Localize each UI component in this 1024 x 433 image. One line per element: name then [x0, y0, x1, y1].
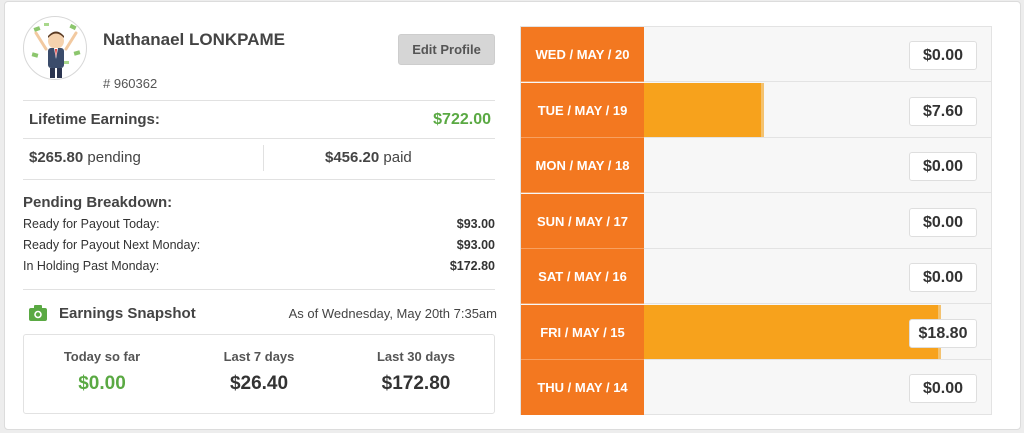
- chart-row: FRI / MAY / 15 $18.80: [521, 305, 991, 360]
- chart-row: THU / MAY / 14 $0.00: [521, 360, 991, 415]
- avatar-illustration: [31, 23, 81, 78]
- breakdown-label: In Holding Past Monday:: [23, 259, 160, 273]
- stat-last-30-days: Last 30 days $172.80: [338, 349, 494, 395]
- stat-last-7-days: Last 7 days $26.40: [181, 349, 337, 395]
- row-divider: [644, 81, 991, 82]
- day-amount-label: $0.00: [909, 263, 977, 292]
- divider: [23, 289, 495, 290]
- day-label: FRI / MAY / 15: [521, 305, 644, 360]
- earnings-snapshot-title: Earnings Snapshot: [59, 305, 196, 322]
- pending-word: pending: [87, 149, 141, 166]
- day-amount-label: $0.00: [909, 152, 977, 181]
- paid-total: $456.20 paid: [325, 149, 412, 166]
- chart-row: MON / MAY / 18 $0.00: [521, 138, 991, 193]
- breakdown-label: Ready for Payout Next Monday:: [23, 238, 201, 252]
- chart-row: TUE / MAY / 19 $7.60: [521, 83, 991, 138]
- breakdown-row: Ready for Payout Today: $93.00: [23, 217, 495, 235]
- edit-profile-button[interactable]: Edit Profile: [398, 34, 495, 65]
- day-label: SUN / MAY / 17: [521, 194, 644, 249]
- stat-value: $0.00: [78, 373, 126, 394]
- row-divider: [644, 192, 991, 193]
- stat-label: Last 7 days: [223, 349, 295, 364]
- paid-word: paid: [383, 149, 412, 166]
- row-divider: [644, 303, 991, 304]
- breakdown-row: In Holding Past Monday: $172.80: [23, 259, 495, 277]
- earnings-card: Nathanael LONKPAME # 960362 Edit Profile…: [4, 1, 1021, 430]
- vertical-divider: [263, 145, 264, 171]
- lifetime-earnings-row: Lifetime Earnings: $722.00: [29, 108, 491, 132]
- stat-value: $172.80: [381, 373, 451, 394]
- breakdown-row: Ready for Payout Next Monday: $93.00: [23, 238, 495, 256]
- chart-row: SUN / MAY / 17 $0.00: [521, 194, 991, 249]
- daily-earnings-chart: WED / MAY / 20 $0.00 TUE / MAY / 19 $7.60 MO…: [520, 26, 992, 415]
- pending-total: $265.80 pending: [29, 149, 141, 166]
- day-label: MON / MAY / 18: [521, 138, 644, 193]
- day-label: THU / MAY / 14: [521, 360, 644, 415]
- divider: [23, 138, 495, 139]
- day-amount-label: $0.00: [909, 41, 977, 70]
- stat-label: Today so far: [63, 349, 141, 364]
- camera-icon: [29, 305, 47, 321]
- earnings-bar: [644, 83, 764, 138]
- breakdown-value: $93.00: [456, 238, 495, 252]
- chart-row: SAT / MAY / 16 $0.00: [521, 249, 991, 304]
- day-amount-label: $0.00: [909, 208, 977, 237]
- day-amount-label: $7.60: [909, 97, 977, 126]
- pending-paid-row: $265.80 pending $456.20 paid: [29, 145, 491, 173]
- user-id: # 960362: [103, 76, 158, 91]
- day-amount-label: $0.00: [909, 374, 977, 403]
- chart-row: WED / MAY / 20 $0.00: [521, 27, 991, 82]
- day-label: SAT / MAY / 16: [521, 249, 644, 304]
- lifetime-earnings-value: $722.00: [433, 111, 491, 128]
- breakdown-label: Ready for Payout Today:: [23, 217, 160, 231]
- breakdown-value: $93.00: [456, 217, 495, 231]
- earnings-snapshot-header: Earnings Snapshot As of Wednesday, May 2…: [29, 305, 497, 329]
- paid-amount: $456.20: [325, 149, 380, 166]
- earnings-summary-panel: Nathanael LONKPAME # 960362 Edit Profile…: [5, 2, 505, 429]
- snapshot-stats-box: Today so far $0.00 Last 7 days $26.40 La…: [23, 334, 495, 414]
- stat-value: $26.40: [229, 373, 289, 394]
- avatar: [23, 16, 87, 80]
- day-label: WED / MAY / 20: [521, 27, 644, 82]
- pending-amount: $265.80: [29, 149, 84, 166]
- stat-today: Today so far $0.00: [24, 349, 180, 395]
- earnings-bar: [644, 305, 941, 360]
- divider: [23, 179, 495, 180]
- lifetime-earnings-label: Lifetime Earnings:: [29, 111, 160, 128]
- profile-header: Nathanael LONKPAME # 960362 Edit Profile: [23, 16, 503, 100]
- stat-label: Last 30 days: [376, 349, 456, 364]
- day-amount-label: $18.80: [909, 319, 977, 348]
- user-name: Nathanael LONKPAME: [103, 30, 285, 49]
- pending-breakdown-title: Pending Breakdown:: [23, 194, 173, 211]
- divider: [23, 100, 495, 101]
- snapshot-timestamp: As of Wednesday, May 20th 7:35am: [288, 306, 497, 321]
- breakdown-value: $172.80: [449, 259, 495, 273]
- day-label: TUE / MAY / 19: [521, 83, 644, 138]
